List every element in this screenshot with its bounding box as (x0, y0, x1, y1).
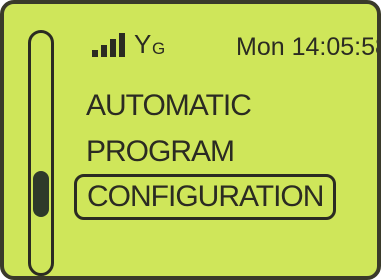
network-g-label: G (152, 39, 166, 58)
menu-item-automatic[interactable]: AUTOMATIC (86, 88, 252, 124)
menu-item-configuration[interactable]: CONFIGURATION (74, 174, 337, 220)
signal-strength-icon (92, 33, 125, 57)
menu-item-program[interactable]: PROGRAM (86, 134, 235, 170)
lcd-screen: Y G Mon 14:05:58 AUTOMATIC PROGRAM CONFI… (0, 0, 381, 280)
scrollbar[interactable] (28, 30, 54, 276)
network-y-label: Y (134, 29, 152, 59)
scrollbar-thumb[interactable] (33, 171, 49, 217)
clock: Mon 14:05:58 (236, 33, 381, 61)
network-icon: Y G (134, 29, 168, 60)
